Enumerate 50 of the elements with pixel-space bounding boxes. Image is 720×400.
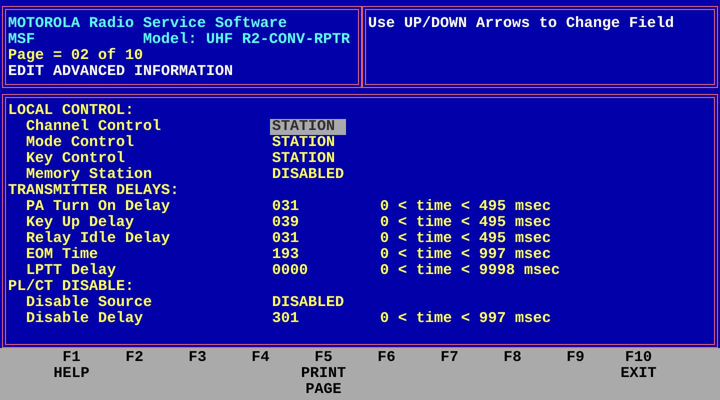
function-key[interactable]: F7 xyxy=(440,350,458,366)
function-key[interactable]: F5 xyxy=(314,350,332,366)
field-value[interactable]: 0000 xyxy=(270,263,346,279)
range-text: 0 < time < 495 msec xyxy=(380,199,552,215)
function-key-label: PRINT PAGE xyxy=(300,366,346,398)
section-heading: LOCAL CONTROL: xyxy=(8,103,134,119)
field-value[interactable]: 039 xyxy=(270,215,346,231)
program-name: MSF xyxy=(8,32,36,48)
field-label: Key Up Delay xyxy=(26,215,136,231)
function-key[interactable]: F8 xyxy=(503,350,522,366)
range-text: 0 < time < 997 msec xyxy=(380,247,552,263)
range-text: 0 < time < 997 msec xyxy=(380,311,552,327)
field-value[interactable]: DISABLED xyxy=(270,167,346,183)
field-label: Memory Station xyxy=(26,167,154,183)
field-label: LPTT Delay xyxy=(26,263,118,279)
app-title: MOTOROLA Radio Service Software xyxy=(8,16,288,32)
field-label: Disable Source xyxy=(26,295,154,311)
field-label: Disable Delay xyxy=(26,311,144,327)
range-text: 0 < time < 495 msec xyxy=(380,215,552,231)
function-key[interactable]: F6 xyxy=(377,350,396,366)
function-key[interactable]: F9 xyxy=(566,350,584,366)
function-key-label: HELP xyxy=(53,366,90,382)
function-key[interactable]: F1 xyxy=(62,350,80,366)
field-value[interactable]: 301 xyxy=(270,311,346,327)
field-label: Key Control xyxy=(26,151,126,167)
function-key[interactable]: F10 xyxy=(624,350,652,366)
field-label: EOM Time xyxy=(26,247,100,263)
field-value[interactable]: STATION xyxy=(270,119,346,135)
screen-title: EDIT ADVANCED INFORMATION xyxy=(8,64,234,80)
function-key[interactable]: F4 xyxy=(251,350,270,366)
range-text: 0 < time < 9998 msec xyxy=(380,263,560,279)
function-key[interactable]: F2 xyxy=(125,350,144,366)
field-value[interactable]: DISABLED xyxy=(270,295,346,311)
field-label: PA Turn On Delay xyxy=(26,199,172,215)
field-value[interactable]: STATION xyxy=(270,135,346,151)
hint-text: Use UP/DOWN Arrows to Change Field xyxy=(368,16,674,32)
field-value[interactable]: 193 xyxy=(270,247,346,263)
function-key[interactable]: F3 xyxy=(188,350,206,366)
field-label: Relay Idle Delay xyxy=(26,231,172,247)
field-value[interactable]: 031 xyxy=(270,199,346,215)
section-heading: TRANSMITTER DELAYS: xyxy=(8,183,180,199)
field-value[interactable]: 031 xyxy=(270,231,346,247)
page-indicator: Page = 02 of 10 xyxy=(8,48,144,64)
field-label: Mode Control xyxy=(26,135,136,151)
field-value[interactable]: STATION xyxy=(270,151,346,167)
model-name: Model: UHF R2-CONV-RPTR xyxy=(143,32,350,48)
function-key-label: EXIT xyxy=(620,366,656,382)
field-label: Channel Control xyxy=(26,119,162,135)
section-heading: PL/CT DISABLE: xyxy=(8,279,134,295)
range-text: 0 < time < 495 msec xyxy=(380,231,552,247)
